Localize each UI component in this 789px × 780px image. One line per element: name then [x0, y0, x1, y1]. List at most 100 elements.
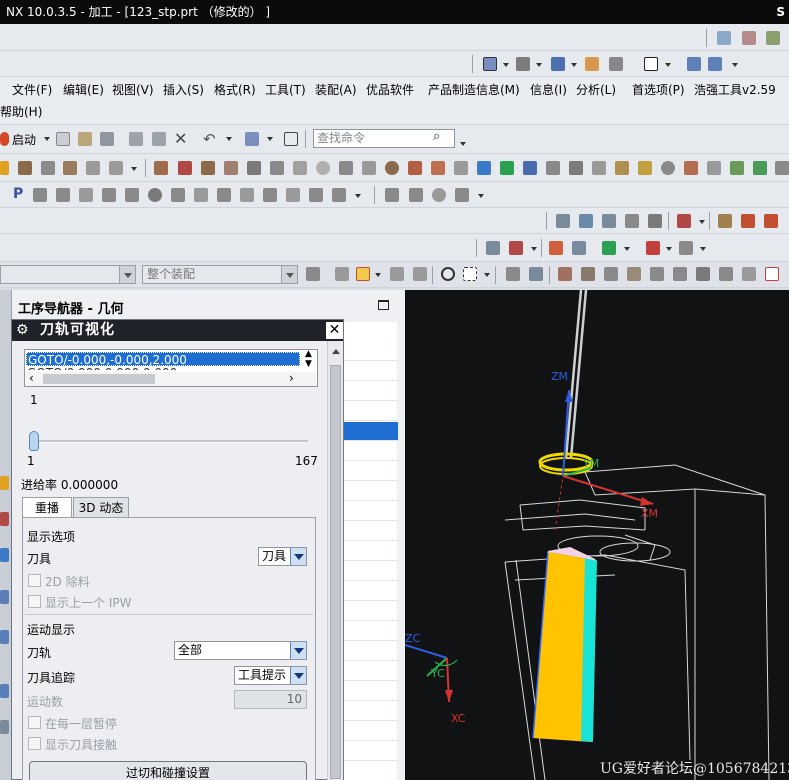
toolbar-icon[interactable]	[293, 161, 307, 175]
menu-assembly[interactable]: 装配(A)	[315, 81, 357, 98]
toolbar-icon[interactable]	[408, 161, 422, 175]
tool-select[interactable]: 刀具	[258, 547, 307, 566]
selection-icon[interactable]	[245, 132, 259, 146]
toolbar-icon[interactable]	[33, 188, 47, 202]
pause-each-layer-checkbox[interactable]	[28, 716, 41, 729]
cube-view-icon[interactable]	[551, 57, 565, 71]
snap-icon[interactable]	[413, 267, 427, 281]
toolbar-icon[interactable]	[477, 161, 491, 175]
goto-line[interactable]: GOTO/0.000,0.000,0.000	[26, 366, 300, 370]
toolbar-icon[interactable]	[718, 214, 732, 228]
toolbar-icon[interactable]	[316, 161, 330, 175]
toolbar-icon[interactable]	[673, 267, 687, 281]
motion-slider-thumb[interactable]	[29, 431, 39, 451]
chevron-down-icon[interactable]	[290, 667, 306, 684]
toolbar-icon[interactable]	[455, 188, 469, 202]
toolbar-icon[interactable]	[63, 161, 77, 175]
search-icon[interactable]: ⌕	[433, 129, 440, 144]
menu-youpin[interactable]: 优品软件	[366, 81, 414, 98]
dialog-scrollbar[interactable]	[327, 341, 343, 780]
menu-format[interactable]: 格式(R)	[214, 81, 256, 98]
assembly-filter-select[interactable]: 整个装配	[142, 265, 298, 284]
goto-list[interactable]: GOTO/-0.000,-0.000,2.000 GOTO/0.000,0.00…	[24, 349, 318, 387]
toolbar-icon[interactable]	[102, 188, 116, 202]
box-select-icon[interactable]	[463, 267, 477, 281]
toolbar-icon[interactable]	[431, 161, 445, 175]
show-prev-ipw-checkbox[interactable]	[28, 595, 41, 608]
toolbar-icon[interactable]	[707, 161, 721, 175]
motion-slider-track[interactable]	[36, 440, 308, 443]
list-item[interactable]	[343, 562, 398, 581]
motion-count-field[interactable]: 10	[234, 690, 307, 709]
list-item[interactable]	[343, 602, 398, 621]
chevron-down-icon[interactable]: ▼	[305, 359, 312, 369]
snap-icon[interactable]	[335, 267, 349, 281]
toolbar-icon[interactable]	[171, 188, 185, 202]
toolbar-icon[interactable]	[86, 161, 100, 175]
toolbar-icon[interactable]	[148, 188, 162, 202]
list-item[interactable]	[343, 702, 398, 721]
toolbar-icon[interactable]	[572, 241, 586, 255]
resource-icon[interactable]	[0, 548, 9, 562]
toolbar-icon[interactable]	[765, 267, 779, 281]
toolbar-icon[interactable]	[409, 188, 423, 202]
toolbar-icon[interactable]	[602, 214, 616, 228]
open-icon[interactable]	[78, 132, 92, 146]
toolbar-icon[interactable]	[569, 161, 583, 175]
toolbar-icon[interactable]	[646, 241, 660, 255]
toolbar-icon[interactable]	[638, 161, 652, 175]
command-finder-icon[interactable]	[284, 132, 298, 146]
toolbar-icon[interactable]	[602, 241, 616, 255]
maximize-icon[interactable]	[378, 300, 389, 310]
toolbar-icon[interactable]	[217, 188, 231, 202]
toolbar-icon[interactable]	[684, 161, 698, 175]
chevron-up-icon[interactable]	[332, 349, 340, 354]
postprocess-icon[interactable]: P	[13, 186, 23, 202]
menu-analysis[interactable]: 分析(L)	[576, 81, 616, 98]
list-item[interactable]	[343, 522, 398, 541]
toolbar-icon[interactable]	[201, 161, 215, 175]
toolbar-icon[interactable]	[549, 241, 563, 255]
material-2d-checkbox[interactable]	[28, 574, 41, 587]
orient-icon[interactable]	[708, 57, 722, 71]
undo-icon[interactable]: ↶	[203, 130, 216, 148]
list-item[interactable]	[343, 742, 398, 761]
menu-info[interactable]: 信息(I)	[530, 81, 567, 98]
cut-icon[interactable]	[129, 132, 143, 146]
toolbar-icon[interactable]	[178, 161, 192, 175]
list-item[interactable]	[343, 722, 398, 741]
render-icon[interactable]	[516, 57, 530, 71]
path-display-select[interactable]: 全部	[174, 641, 307, 660]
toolbar-icon[interactable]	[677, 214, 691, 228]
toolbar-icon[interactable]	[270, 161, 284, 175]
toolbar-icon[interactable]	[79, 188, 93, 202]
snap-point-icon[interactable]	[441, 267, 455, 281]
save-icon[interactable]	[100, 132, 114, 146]
resource-icon[interactable]	[0, 590, 9, 604]
toolbar-icon[interactable]	[717, 31, 731, 45]
menu-pmi[interactable]: 产品制造信息(M)	[428, 81, 520, 98]
start-button[interactable]: 启动	[12, 131, 36, 148]
chevron-right-icon[interactable]: ›	[289, 371, 294, 385]
toolbar-icon[interactable]	[775, 161, 789, 175]
toolbar-icon[interactable]	[500, 161, 514, 175]
toolbar-icon[interactable]	[579, 214, 593, 228]
toolbar-icon[interactable]	[650, 267, 664, 281]
list-item[interactable]	[343, 622, 398, 641]
list-item[interactable]	[343, 342, 398, 361]
list-item[interactable]	[343, 582, 398, 601]
toolbar-icon[interactable]	[615, 161, 629, 175]
type-filter-select[interactable]	[0, 265, 136, 284]
list-item[interactable]	[343, 462, 398, 481]
view-icon[interactable]	[483, 57, 497, 71]
toolbar-icon[interactable]	[454, 161, 468, 175]
chevron-left-icon[interactable]: ‹	[29, 371, 34, 385]
list-item[interactable]	[343, 402, 398, 421]
toolbar-icon[interactable]	[679, 241, 693, 255]
list-item[interactable]	[343, 482, 398, 501]
toolbar-icon[interactable]	[719, 267, 733, 281]
list-item[interactable]	[343, 502, 398, 521]
show-tool-contact-checkbox[interactable]	[28, 737, 41, 750]
toolbar-icon[interactable]	[625, 214, 639, 228]
toolbar-icon[interactable]	[41, 161, 55, 175]
